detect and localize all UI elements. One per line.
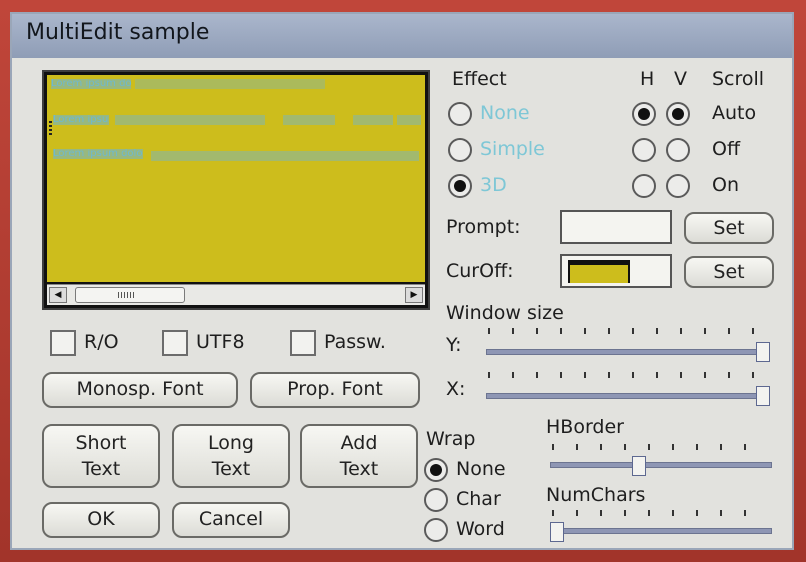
numchars-thumb[interactable] — [550, 522, 564, 542]
window-title: MultiEdit sample — [26, 20, 210, 45]
text-line: Lorem ipsum dolor sit amet, consectetur … — [53, 149, 143, 159]
numchars-track[interactable] — [550, 528, 772, 534]
scroll-off-label: Off — [712, 138, 741, 160]
readonly-checkbox[interactable] — [50, 330, 76, 356]
effect-3d-radio[interactable] — [448, 174, 472, 198]
effect-simple-radio[interactable] — [448, 138, 472, 162]
scroll-auto-label: Auto — [712, 102, 757, 124]
scroll-v-off-radio[interactable] — [666, 138, 690, 162]
scroll-h-off-radio[interactable] — [632, 138, 656, 162]
scroll-h-auto-radio[interactable] — [632, 102, 656, 126]
client-area: Lorem ipsum dolor sit amet, consectetur … — [12, 58, 792, 548]
long-text-line1: Long — [208, 432, 254, 454]
wrap-word-radio[interactable] — [424, 518, 448, 542]
text-line: Lorem ipsum dolor sit amet, consectetur … — [51, 79, 131, 89]
hborder-track[interactable] — [550, 462, 772, 468]
monospace-font-button[interactable]: Monosp. Font — [42, 372, 238, 408]
text-line-continued — [397, 115, 421, 125]
readonly-label: R/O — [84, 331, 119, 353]
curoff-field[interactable] — [560, 254, 672, 288]
scroll-v-label: V — [674, 68, 687, 90]
prompt-set-button[interactable]: Set — [684, 212, 774, 244]
horizontal-scrollbar[interactable]: ◀ ▶ — [47, 284, 425, 305]
scroll-left-arrow-icon[interactable]: ◀ — [49, 287, 67, 303]
scroll-h-label: H — [640, 68, 655, 90]
curoff-set-button[interactable]: Set — [684, 256, 774, 288]
wrap-char-radio[interactable] — [424, 488, 448, 512]
prompt-label: Prompt: — [446, 216, 521, 238]
window-size-y-ticks — [488, 328, 768, 334]
wrap-label: Wrap — [426, 428, 476, 450]
prompt-field[interactable] — [560, 210, 672, 244]
effect-simple-label: Simple — [480, 138, 545, 160]
scroll-on-label: On — [712, 174, 739, 196]
password-label: Passw. — [324, 331, 386, 353]
multiedit-sample-window: MultiEdit sample Lorem ipsum dolor sit a… — [10, 12, 794, 550]
short-text-button[interactable]: Short Text — [42, 424, 160, 488]
text-line-continued — [115, 115, 265, 125]
text-line-continued — [283, 115, 335, 125]
window-size-x-label: X: — [446, 378, 466, 400]
effect-label: Effect — [452, 68, 507, 90]
text-cursor — [49, 121, 52, 135]
short-text-line1: Short — [75, 432, 127, 454]
hborder-ticks — [552, 444, 768, 450]
window-size-y-label: Y: — [446, 334, 462, 356]
edit-area[interactable]: Lorem ipsum dolor sit amet, consectetur … — [47, 75, 425, 282]
grip-icon — [118, 292, 136, 298]
cursor-shape-preview — [568, 265, 630, 283]
scrollbar-thumb[interactable] — [75, 287, 185, 303]
long-text-button[interactable]: Long Text — [172, 424, 290, 488]
numchars-label: NumChars — [546, 484, 646, 506]
utf8-label: UTF8 — [196, 331, 245, 353]
effect-none-label: None — [480, 102, 530, 124]
wrap-char-label: Char — [456, 488, 501, 510]
add-text-line2: Text — [339, 458, 379, 480]
scroll-v-on-radio[interactable] — [666, 174, 690, 198]
text-line-continued — [151, 151, 419, 161]
window-size-x-thumb[interactable] — [756, 386, 770, 406]
numchars-ticks — [552, 510, 768, 516]
multiedit-widget[interactable]: Lorem ipsum dolor sit amet, consectetur … — [42, 70, 430, 310]
password-checkbox[interactable] — [290, 330, 316, 356]
hborder-thumb[interactable] — [632, 456, 646, 476]
short-text-line2: Text — [81, 458, 121, 480]
add-text-button[interactable]: Add Text — [300, 424, 418, 488]
wrap-word-label: Word — [456, 518, 505, 540]
window-size-x-ticks — [488, 372, 768, 378]
cancel-button[interactable]: Cancel — [172, 502, 290, 538]
effect-3d-label: 3D — [480, 174, 507, 196]
long-text-line2: Text — [211, 458, 251, 480]
scroll-v-auto-radio[interactable] — [666, 102, 690, 126]
window-size-y-track[interactable] — [486, 349, 770, 355]
curoff-label: CurOff: — [446, 260, 514, 282]
wrap-none-label: None — [456, 458, 506, 480]
text-line: Lorem ipsum dolor sit amet, consectetur … — [53, 115, 109, 125]
utf8-checkbox[interactable] — [162, 330, 188, 356]
scroll-h-on-radio[interactable] — [632, 174, 656, 198]
ok-button[interactable]: OK — [42, 502, 160, 538]
window-size-x-track[interactable] — [486, 393, 770, 399]
add-text-line1: Add — [340, 432, 378, 454]
wrap-none-radio[interactable] — [424, 458, 448, 482]
text-line-continued — [353, 115, 393, 125]
hborder-label: HBorder — [546, 416, 624, 438]
effect-none-radio[interactable] — [448, 102, 472, 126]
scroll-right-arrow-icon[interactable]: ▶ — [405, 287, 423, 303]
prop-font-button[interactable]: Prop. Font — [250, 372, 420, 408]
text-line-continued — [135, 79, 325, 89]
window-size-y-thumb[interactable] — [756, 342, 770, 362]
scroll-label: Scroll — [712, 68, 765, 90]
title-bar[interactable]: MultiEdit sample — [12, 14, 792, 58]
window-size-label: Window size — [446, 302, 564, 324]
